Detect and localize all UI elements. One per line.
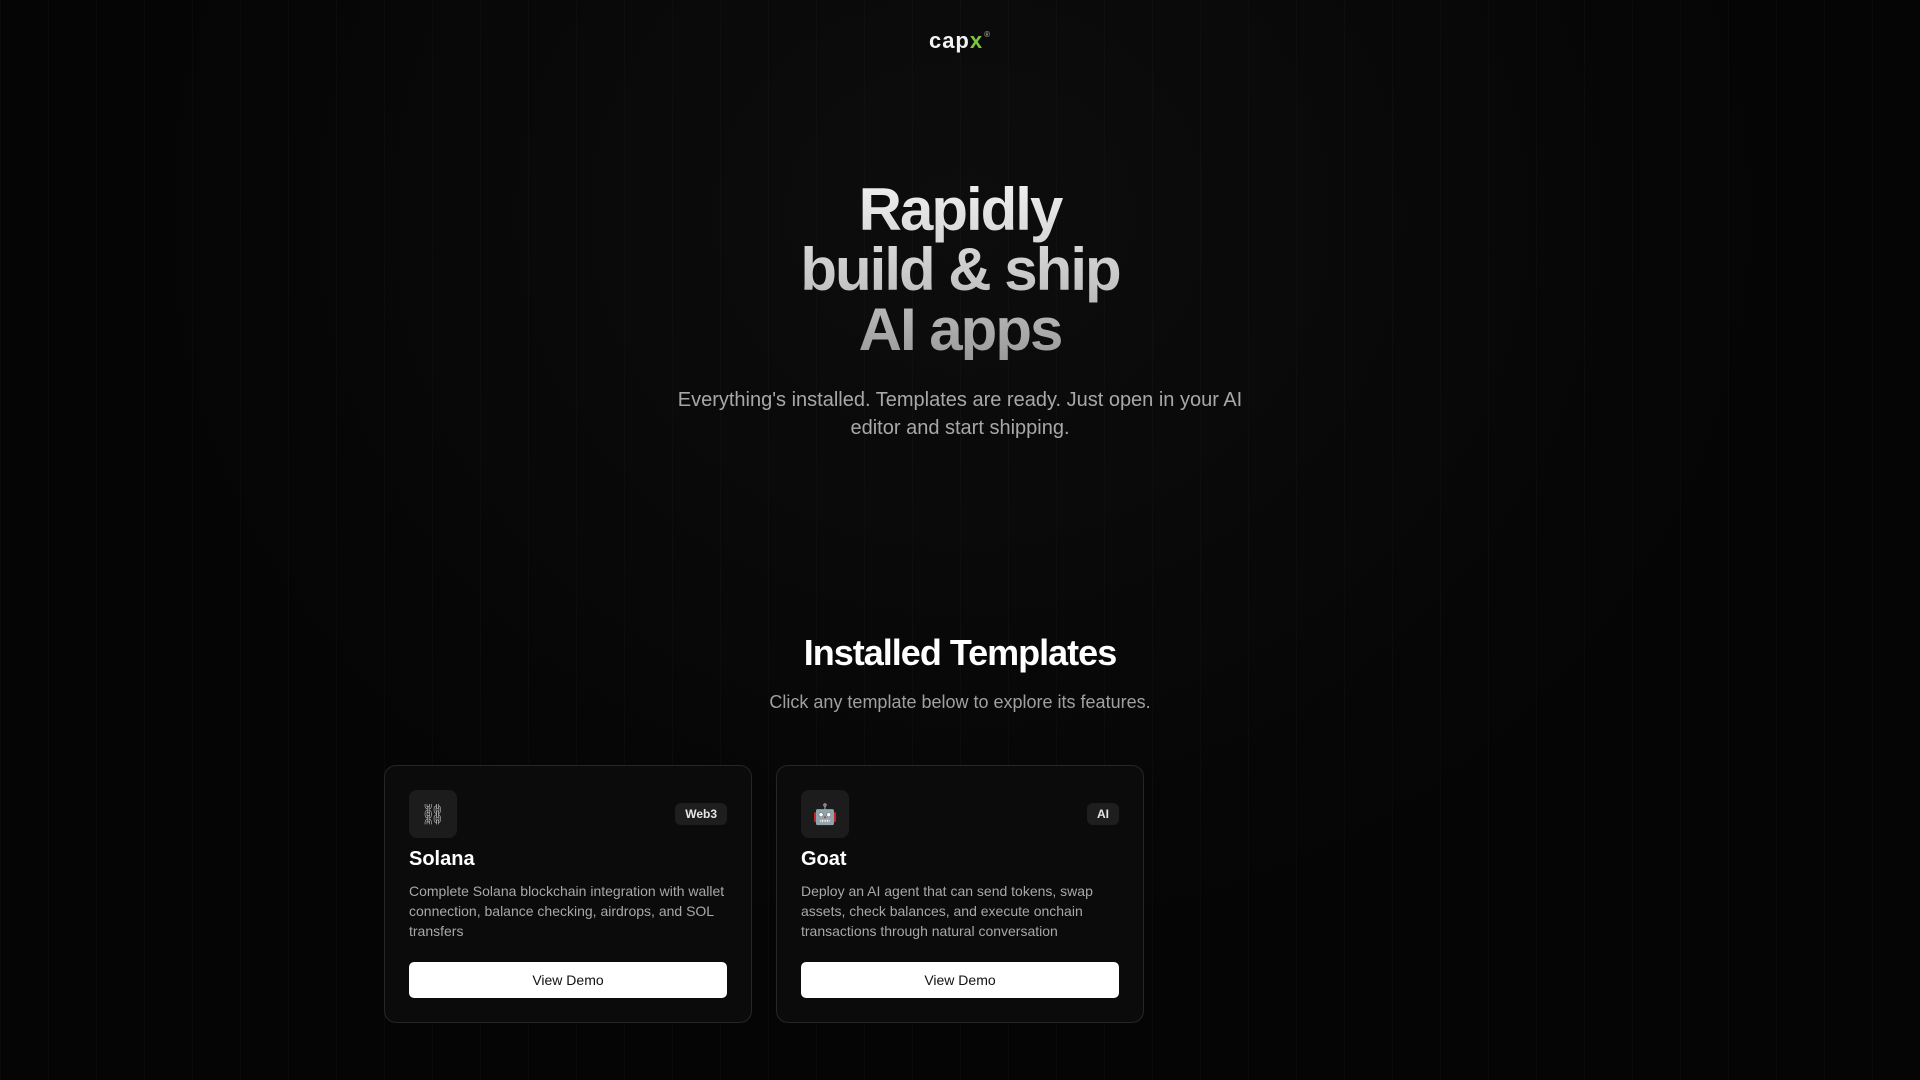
logo-text: cap <box>928 28 970 53</box>
page: capx® Rapidly build & ship AI apps Every… <box>0 0 1920 1080</box>
card-description: Complete Solana blockchain integration w… <box>409 883 725 939</box>
templates-section-subtitle: Click any template below to explore its … <box>769 692 1151 712</box>
templates-section-title: Installed Templates <box>803 632 1117 673</box>
hero-title: Rapidly build & ship AI apps <box>0 180 1920 360</box>
hero-subtitle: Everything's installed. Templates are re… <box>677 389 1243 439</box>
card-header: 🤖 AI <box>801 790 1119 838</box>
logo-accent: x <box>969 28 984 53</box>
chain-link-icon: ⛓ <box>409 790 457 838</box>
templates-section-header: Installed Templates Click any template b… <box>0 632 1920 713</box>
view-demo-button[interactable]: View Demo <box>801 962 1119 998</box>
hero-title-line-2: build & ship <box>800 236 1120 303</box>
template-card-solana[interactable]: ⛓ Web3 Solana Complete Solana blockchain… <box>384 765 752 1023</box>
hero-title-line-1: Rapidly <box>858 176 1062 243</box>
category-badge: AI <box>1087 803 1119 825</box>
template-cards: ⛓ Web3 Solana Complete Solana blockchain… <box>384 765 1144 1023</box>
category-badge: Web3 <box>675 803 727 825</box>
hero-title-line-3: AI apps <box>858 296 1062 363</box>
card-title: Solana <box>409 848 475 870</box>
capx-logo[interactable]: capx® <box>0 28 1920 54</box>
card-header: ⛓ Web3 <box>409 790 727 838</box>
robot-icon: 🤖 <box>801 790 849 838</box>
card-description: Deploy an AI agent that can send tokens,… <box>801 883 1093 939</box>
card-title: Goat <box>801 848 847 870</box>
hero-section: Rapidly build & ship AI apps Everything'… <box>0 180 1920 442</box>
view-demo-button[interactable]: View Demo <box>409 962 727 998</box>
logo-registered-mark: ® <box>984 30 992 39</box>
template-card-goat[interactable]: 🤖 AI Goat Deploy an AI agent that can se… <box>776 765 1144 1023</box>
